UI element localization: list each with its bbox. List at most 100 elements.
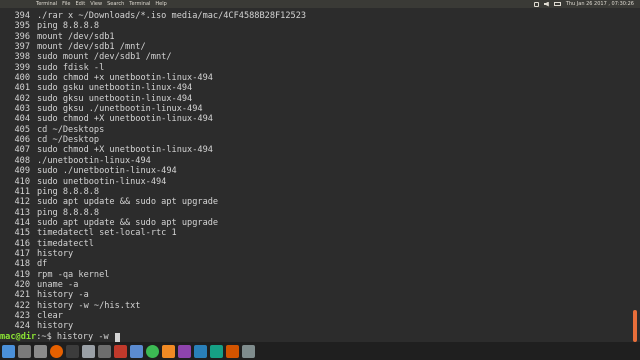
history-line: 396 mount /dev/sdb1 [0,32,306,42]
history-command: sudo ./unetbootin-linux-494 [37,166,177,177]
history-line: 409 sudo ./unetbootin-linux-494 [0,166,306,176]
scrollbar-thumb[interactable] [633,310,637,342]
history-number: 418 [14,259,30,270]
history-number: 410 [14,176,30,187]
history-command: history [37,248,74,259]
app-icon-4[interactable] [226,344,239,358]
history-line: 407 sudo chmod +X unetbootin-linux-494 [0,145,306,155]
history-number: 397 [14,42,30,53]
image-viewer-icon[interactable] [130,344,143,358]
history-command: sudo apt update && sudo apt upgrade [37,217,219,228]
app-icon-3[interactable] [210,344,223,358]
command-input[interactable]: history -w [57,332,114,342]
history-number: 421 [14,290,30,301]
history-line: 423 clear [0,311,306,321]
history-line: 416 timedatectl [0,239,306,249]
history-line: 413 ping 8.8.8.8 [0,208,306,218]
history-command: sudo apt update && sudo apt upgrade [37,197,219,208]
show-desktop-icon[interactable] [18,344,31,358]
history-number: 422 [14,300,30,311]
history-line: 408 ./unetbootin-linux-494 [0,156,306,166]
history-number: 395 [14,21,30,32]
scrollbar[interactable] [630,8,640,342]
history-command: sudo fdisk -l [37,62,105,73]
history-number: 404 [14,114,30,125]
terminal-window[interactable]: 394 ./rar x ~/Downloads/*.iso media/mac/4… [0,8,630,342]
history-command: sudo unetbootin-linux-494 [37,176,167,187]
history-line: 398 sudo mount /dev/sdb1 /mnt/ [0,52,306,62]
history-command: history [37,321,74,332]
history-line: 399 sudo fdisk -l [0,63,306,73]
app-icon-2[interactable] [194,344,207,358]
history-command: rpm -qa kernel [37,269,110,280]
history-line: 397 mount /dev/sdb1 /mnt/ [0,42,306,52]
text-cursor [114,332,120,342]
software-icon[interactable] [114,344,127,358]
history-number: 399 [14,62,30,73]
history-number: 396 [14,31,30,42]
history-command: sudo chmod +x unetbootin-linux-494 [37,73,213,84]
history-number: 413 [14,207,30,218]
history-number: 409 [14,166,30,177]
history-number: 402 [14,93,30,104]
history-number: 405 [14,124,30,135]
taskbar [0,342,640,360]
history-line: 420 uname -a [0,280,306,290]
history-line: 418 df [0,259,306,269]
text-editor-icon[interactable] [82,344,95,358]
history-command: sudo mount /dev/sdb1 /mnt/ [37,52,172,63]
history-number: 419 [14,269,30,280]
menu-search[interactable]: Search [107,0,124,8]
history-command: clear [37,310,63,321]
menu-edit[interactable]: Edit [76,0,86,8]
history-line: 419 rpm -qa kernel [0,270,306,280]
menu-terminal[interactable]: Terminal [129,0,150,8]
history-number: 423 [14,310,30,321]
history-command: uname -a [37,279,79,290]
prompt-path: :~$ [36,331,57,342]
history-command: ping 8.8.8.8 [37,21,100,32]
clock[interactable]: Thu Jan 26 2017 , 07:30:26 [566,0,634,8]
history-line: 410 sudo unetbootin-linux-494 [0,177,306,187]
volume-icon[interactable] [543,1,549,7]
history-command: cd ~/Desktop [37,135,100,146]
history-command: ping 8.8.8.8 [37,207,100,218]
history-number: 408 [14,155,30,166]
system-tray: Thu Jan 26 2017 , 07:30:26 [533,0,640,8]
history-command: history -a [37,290,89,301]
history-number: 415 [14,228,30,239]
battery-icon[interactable] [553,2,561,6]
firefox-icon[interactable] [50,344,63,358]
terminal-output: 394 ./rar x ~/Downloads/*.iso media/mac/4… [0,11,306,342]
menu-app-name[interactable]: Terminal [36,0,57,8]
history-command: timedatectl set-local-rtc 1 [37,228,177,239]
history-line: 411 ping 8.8.8.8 [0,187,306,197]
history-command: mount /dev/sdb1 [37,31,115,42]
history-command: sudo chmod +X unetbootin-linux-494 [37,145,213,156]
history-line: 405 cd ~/Desktops [0,125,306,135]
menu-file[interactable]: File [62,0,70,8]
vlc-icon[interactable] [162,344,175,358]
terminal-icon[interactable] [66,344,79,358]
command-prompt[interactable]: mac@dir:~$ history -w [0,332,306,342]
app-icon-1[interactable] [178,344,191,358]
menu-view[interactable]: View [90,0,102,8]
history-line: 421 history -a [0,290,306,300]
menu-help[interactable]: Help [155,0,166,8]
history-line: 424 history [0,321,306,331]
network-icon[interactable] [533,1,539,7]
app-icon-5[interactable] [242,344,255,358]
top-menu-bar: Terminal File Edit View Search Terminal … [0,0,640,8]
settings-icon[interactable] [98,344,111,358]
files-icon[interactable] [34,344,47,358]
history-command: timedatectl [37,238,94,249]
history-command: ping 8.8.8.8 [37,186,100,197]
history-line: 422 history -w ~/his.txt [0,301,306,311]
history-command: sudo gksu ./unetbootin-linux-494 [37,104,203,115]
history-number: 406 [14,135,30,146]
history-line: 415 timedatectl set-local-rtc 1 [0,228,306,238]
history-number: 424 [14,321,30,332]
chrome-icon[interactable] [146,344,159,358]
menu-icon[interactable] [2,344,15,358]
history-line: 404 sudo chmod +X unetbootin-linux-494 [0,114,306,124]
